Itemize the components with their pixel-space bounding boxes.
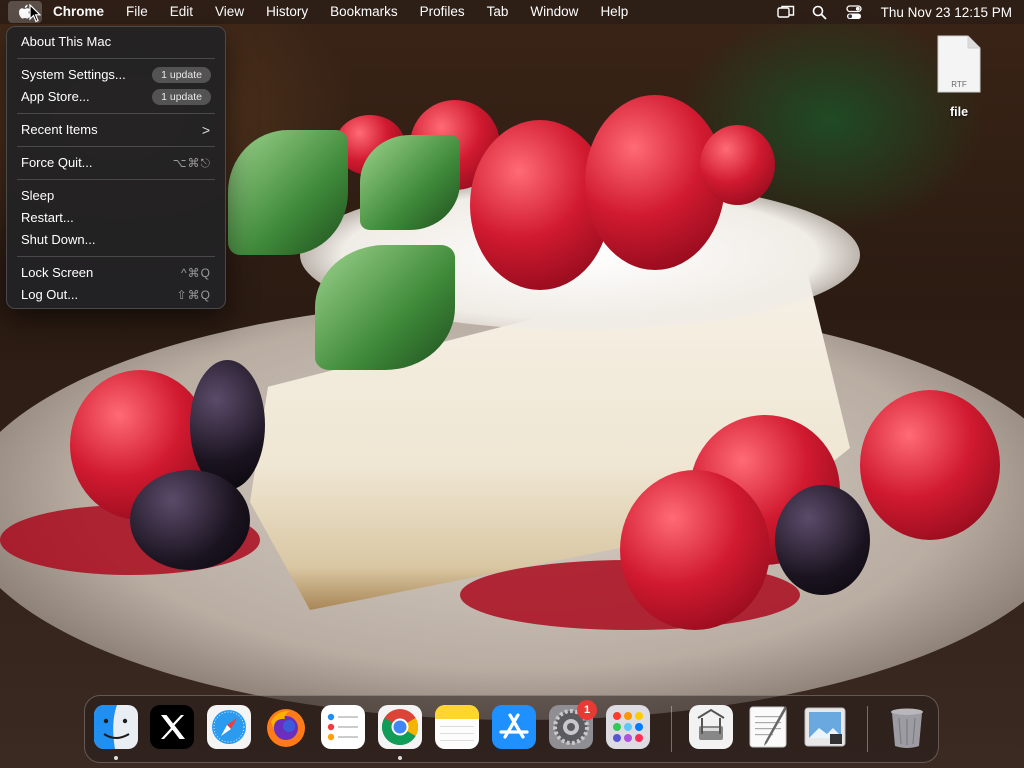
menu-item-label: Lock Screen — [21, 265, 94, 280]
menu-bar-clock[interactable]: Thu Nov 23 12:15 PM — [881, 5, 1012, 20]
keyboard-shortcut: ⇧⌘Q — [176, 288, 211, 302]
menu-separator — [17, 113, 215, 114]
menu-item-label: Recent Items — [21, 122, 98, 137]
dock-running-indicator — [114, 756, 118, 760]
menu-separator — [17, 58, 215, 59]
dock-chrome-icon[interactable] — [377, 704, 423, 750]
dock-firefox-icon[interactable] — [263, 704, 309, 750]
dock-running-indicator — [398, 756, 402, 760]
mouse-pointer-icon — [29, 4, 41, 23]
update-badge: 1 update — [152, 89, 211, 105]
update-badge: 1 update — [152, 67, 211, 83]
dock-trash-icon[interactable] — [884, 704, 930, 750]
menu-view[interactable]: View — [204, 0, 255, 24]
file-type-label: RTF — [951, 80, 967, 89]
dock-reminders-icon[interactable] — [320, 704, 366, 750]
dock — [84, 695, 939, 763]
dock-app-store-icon[interactable] — [491, 704, 537, 750]
dock-notes-icon[interactable] — [434, 704, 480, 750]
menu-item-system-settings[interactable]: System Settings... 1 update — [7, 64, 225, 86]
menu-item-label: About This Mac — [21, 34, 112, 49]
menu-item-lock-screen[interactable]: Lock Screen ^⌘Q — [7, 262, 225, 284]
menu-item-restart[interactable]: Restart... — [7, 207, 225, 229]
menu-item-label: App Store... — [21, 89, 90, 104]
menu-history[interactable]: History — [255, 0, 319, 24]
menu-item-about-this-mac[interactable]: About This Mac — [7, 31, 225, 53]
desktop-file-name: file — [949, 105, 969, 119]
wallpaper-mint-leaf — [360, 135, 460, 230]
chevron-right-icon: > — [201, 122, 211, 138]
spotlight-search-icon[interactable] — [809, 3, 831, 21]
screen-mirroring-icon[interactable] — [775, 3, 797, 21]
menu-item-app-store[interactable]: App Store... 1 update — [7, 86, 225, 108]
menu-item-label: Force Quit... — [21, 155, 93, 170]
wallpaper-raspberry — [620, 470, 770, 630]
dock-divider — [671, 706, 672, 752]
dock-preview-icon[interactable] — [802, 704, 848, 750]
wallpaper-blackberry — [130, 470, 250, 570]
wallpaper-raspberry — [700, 125, 775, 205]
menu-item-label: Shut Down... — [21, 232, 96, 247]
menu-item-sleep[interactable]: Sleep — [7, 185, 225, 207]
wallpaper-mint-leaf — [315, 245, 455, 370]
rtf-document-icon: RTF — [937, 35, 981, 93]
menu-file[interactable]: File — [115, 0, 159, 24]
menu-item-recent-items[interactable]: Recent Items > — [7, 119, 225, 141]
system-settings-badge: 1 — [577, 700, 597, 720]
menu-item-label: Log Out... — [21, 287, 79, 302]
menu-bar: Chrome File Edit View History Bookmarks … — [0, 0, 1024, 24]
menu-separator — [17, 179, 215, 180]
menu-item-shut-down[interactable]: Shut Down... — [7, 229, 225, 251]
menu-separator — [17, 146, 215, 147]
menu-profiles[interactable]: Profiles — [409, 0, 476, 24]
menu-help[interactable]: Help — [589, 0, 639, 24]
wallpaper-blackberry — [775, 485, 870, 595]
dock-x-icon[interactable] — [149, 704, 195, 750]
wallpaper-raspberry — [860, 390, 1000, 540]
keyboard-shortcut: ⌥⌘⎋ — [172, 156, 211, 170]
keyboard-shortcut: ^⌘Q — [181, 266, 211, 280]
dock-textedit-icon[interactable] — [745, 704, 791, 750]
desktop-file[interactable]: RTF file — [928, 34, 990, 119]
dock-safari-icon[interactable] — [206, 704, 252, 750]
dock-finder-icon[interactable] — [93, 704, 139, 750]
control-center-icon[interactable] — [843, 3, 865, 21]
menu-bookmarks[interactable]: Bookmarks — [319, 0, 409, 24]
menu-window[interactable]: Window — [519, 0, 589, 24]
menu-item-label: System Settings... — [21, 67, 126, 82]
menu-app-chrome[interactable]: Chrome — [42, 0, 115, 24]
menu-item-label: Restart... — [21, 210, 74, 225]
dock-archive-utility-icon[interactable] — [688, 704, 734, 750]
dock-divider — [867, 706, 868, 752]
dock-launchpad-icon[interactable] — [605, 704, 651, 750]
apple-menu-dropdown: About This Mac System Settings... 1 upda… — [6, 26, 226, 309]
menu-item-log-out[interactable]: Log Out... ⇧⌘Q — [7, 284, 225, 306]
menu-item-label: Sleep — [21, 188, 55, 203]
menu-separator — [17, 256, 215, 257]
menu-edit[interactable]: Edit — [159, 0, 204, 24]
menu-item-force-quit[interactable]: Force Quit... ⌥⌘⎋ — [7, 152, 225, 174]
wallpaper-mint-leaf — [228, 130, 348, 255]
menu-tab[interactable]: Tab — [476, 0, 520, 24]
